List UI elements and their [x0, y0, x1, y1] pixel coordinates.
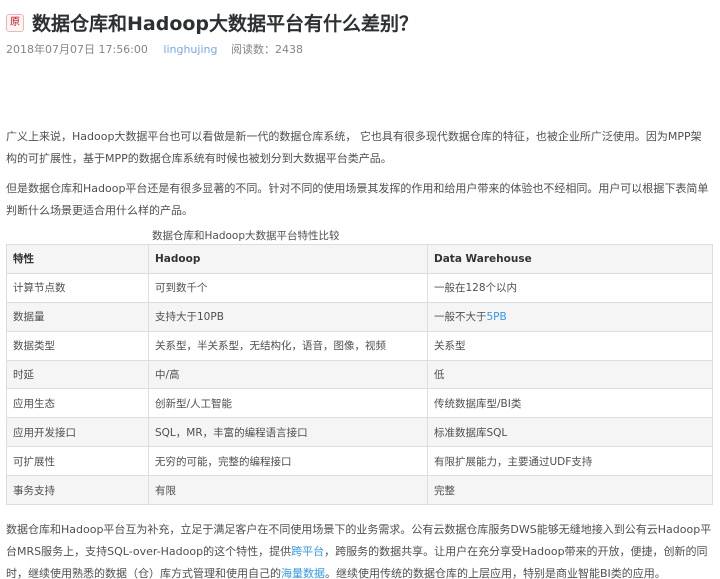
original-badge: 原 [6, 14, 24, 32]
table-row: 时延 中/高 低 [6, 359, 713, 390]
table-header-row: 特性 Hadoop Data Warehouse [6, 244, 713, 274]
table-caption: 数据仓库和Hadoop大数据平台特性比较 [152, 230, 340, 242]
column-header: 特性 [6, 244, 149, 274]
table-cell: 传统数据库型/BI类 [427, 388, 713, 419]
publish-date: 2018年07月07日 17:56:00 [6, 43, 148, 56]
table-row: 数据量 支持大于10PB 一般不大于5PB [6, 301, 713, 332]
table-cell: 一般不大于5PB [427, 301, 713, 332]
author-link[interactable]: linghujing [163, 43, 217, 56]
article-meta: 2018年07月07日 17:56:00 linghujing 阅读数：2438 [6, 42, 303, 58]
table-cell: SQL，MR，丰富的编程语言接口 [148, 417, 428, 448]
table-cell: 计算节点数 [6, 272, 149, 303]
table-cell: 有限 [148, 475, 428, 506]
table-row: 数据类型 关系型，半关系型，无结构化，语音，图像，视频 关系型 [6, 330, 713, 361]
table-cell: 事务支持 [6, 475, 149, 506]
table-cell: 中/高 [148, 359, 428, 390]
table-cell: 应用开发接口 [6, 417, 149, 448]
table-cell: 数据类型 [6, 330, 149, 361]
comparison-table: 特性 Hadoop Data Warehouse 计算节点数 可到数千个 一般在… [6, 244, 713, 506]
table-row: 可扩展性 无穷的可能，完整的编程接口 有限扩展能力，主要通过UDF支持 [6, 446, 713, 477]
table-cell: 有限扩展能力，主要通过UDF支持 [427, 446, 713, 477]
paragraph-text: 。继续使用传统的数据仓库的上层应用，特别是商业智能BI类的应用。 [325, 567, 666, 579]
5pb-link[interactable]: 5PB [487, 311, 507, 323]
intro-paragraph: 广义上来说，Hadoop大数据平台也可以看做是新一代的数据仓库系统， 它也具有很… [6, 130, 702, 165]
comparison-paragraph: 但是数据仓库和Hadoop平台还是有很多显著的不同。针对不同的使用场景其发挥的作… [6, 182, 709, 217]
table-row: 应用开发接口 SQL，MR，丰富的编程语言接口 标准数据库SQL [6, 417, 713, 448]
table-row: 计算节点数 可到数千个 一般在128个以内 [6, 272, 713, 303]
table-cell: 数据量 [6, 301, 149, 332]
table-row: 应用生态 创新型/人工智能 传统数据库型/BI类 [6, 388, 713, 419]
article-header: 原 数据仓库和Hadoop大数据平台有什么差别？ [6, 10, 706, 40]
column-header: Data Warehouse [427, 244, 713, 274]
cell-text: 一般不大于 [434, 311, 487, 324]
table-row: 事务支持 有限 完整 [6, 475, 713, 506]
cross-platform-link[interactable]: 跨平台 [291, 545, 324, 558]
table-cell: 一般在128个以内 [427, 272, 713, 303]
table-cell: 支持大于10PB [148, 301, 428, 332]
table-cell: 可到数千个 [148, 272, 428, 303]
table-cell: 应用生态 [6, 388, 149, 419]
conclusion-paragraph: 数据仓库和Hadoop平台互为补充，立足于满足客户在不同使用场景下的业务需求。公… [6, 519, 712, 579]
table-cell: 时延 [6, 359, 149, 390]
table-cell: 完整 [427, 475, 713, 506]
table-cell: 创新型/人工智能 [148, 388, 428, 419]
table-cell: 关系型，半关系型，无结构化，语音，图像，视频 [148, 330, 428, 361]
table-cell: 无穷的可能，完整的编程接口 [148, 446, 428, 477]
table-cell: 可扩展性 [6, 446, 149, 477]
massive-data-link[interactable]: 海量数据 [281, 567, 325, 579]
table-cell: 标准数据库SQL [427, 417, 713, 448]
table-cell: 低 [427, 359, 713, 390]
article-title: 数据仓库和Hadoop大数据平台有什么差别？ [32, 13, 419, 35]
read-count: 阅读数：2438 [230, 43, 303, 56]
table-cell: 关系型 [427, 330, 713, 361]
column-header: Hadoop [148, 244, 428, 274]
